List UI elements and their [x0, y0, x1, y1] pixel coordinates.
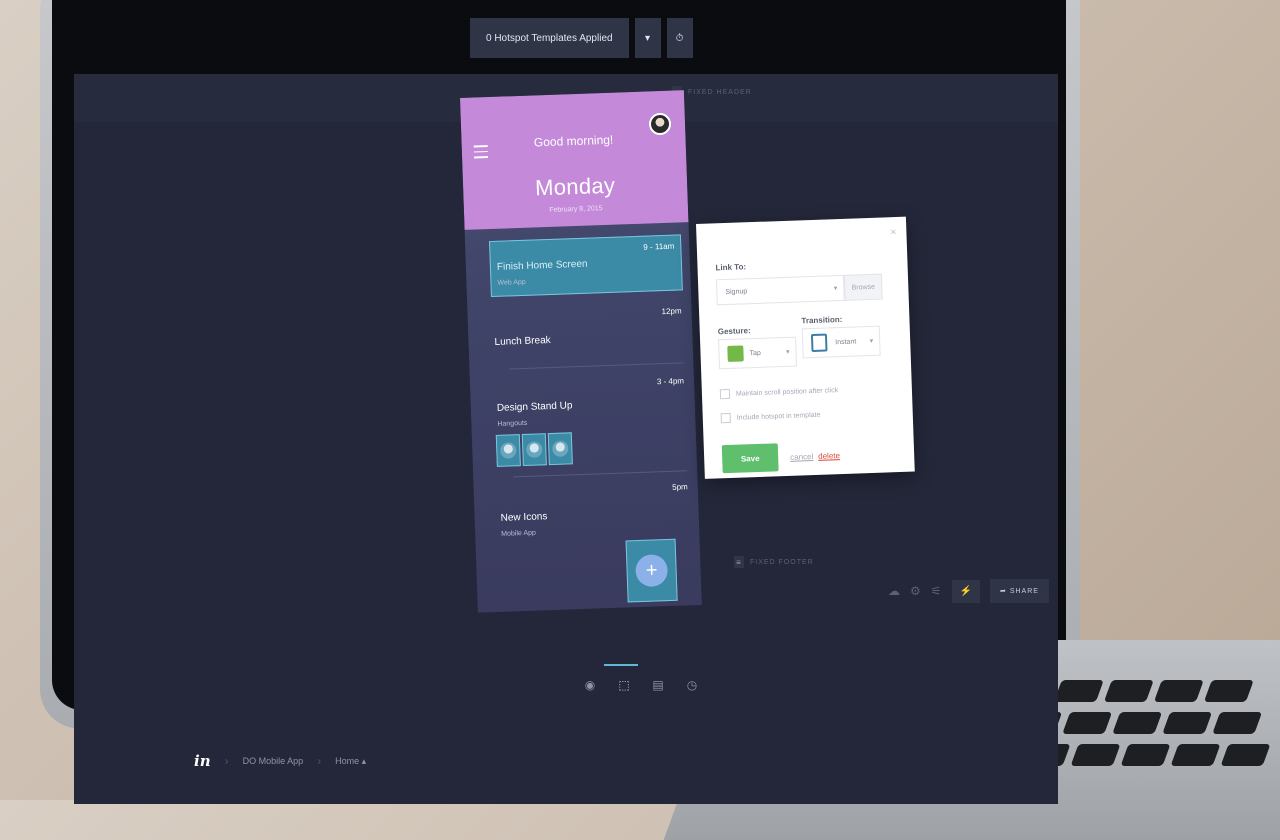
cloud-icon[interactable]: ☁: [888, 584, 900, 598]
chevron-up-icon: ▴: [361, 755, 367, 766]
event-divider: [509, 362, 684, 370]
greeting-text: Good morning!: [533, 132, 614, 150]
app-screen: ≡ FIXED HEADER Good morning! Monday Febr…: [74, 74, 1058, 804]
browse-button[interactable]: Browse: [843, 273, 883, 301]
close-icon[interactable]: ×: [890, 227, 896, 238]
history-icon[interactable]: ◷: [681, 674, 703, 696]
gesture-select[interactable]: Tap ▾: [718, 336, 798, 370]
invision-logo[interactable]: in: [194, 752, 211, 770]
chevron-down-icon: ▾: [785, 348, 790, 356]
breadcrumb-project[interactable]: DO Mobile App: [243, 756, 304, 766]
event-item-design-stand-up[interactable]: 3 - 4pm Design Stand Up Hangouts: [494, 376, 687, 483]
date-text: February 8, 2015: [549, 205, 603, 214]
cancel-link[interactable]: cancel: [790, 452, 813, 462]
hotspot-select-icon[interactable]: ⬚: [613, 674, 635, 696]
breadcrumb: in › DO Mobile App › Home ▴: [194, 752, 366, 770]
fixed-footer-label: ≡ FIXED FOOTER: [734, 556, 814, 568]
share-button[interactable]: ➦ SHARE: [989, 579, 1049, 603]
link-to-select[interactable]: Signup ▾: [715, 274, 845, 306]
phone-header: Good morning! Monday February 8, 2015: [460, 90, 689, 230]
fixed-footer-toggle-icon[interactable]: ≡: [734, 556, 744, 568]
add-icon[interactable]: +: [635, 554, 669, 588]
eye-icon[interactable]: ◉: [579, 674, 601, 696]
event-item-finish-home-screen[interactable]: 9 - 11am Finish Home Screen Web App: [489, 234, 683, 298]
timer-icon[interactable]: ⏱: [666, 18, 693, 58]
phone-mockup: Good morning! Monday February 8, 2015 9 …: [460, 90, 702, 613]
chevron-down-icon: ▾: [833, 285, 838, 293]
day-title: Monday: [534, 172, 616, 201]
breadcrumb-screen[interactable]: Home ▴: [335, 756, 366, 767]
right-toolbar: ☁ ⚙ ⚟ ⚡ ➦ SHARE: [888, 579, 1049, 603]
active-tool-indicator: [604, 664, 638, 666]
sliders-icon[interactable]: ⚟: [931, 584, 942, 598]
delete-link[interactable]: delete: [818, 451, 840, 461]
tap-gesture-icon: [727, 345, 744, 362]
mode-toolbar: ◉ ⬚ ▤ ◷: [579, 674, 703, 696]
link-to-label: Link To:: [715, 262, 747, 273]
transition-label: Transition:: [801, 314, 843, 326]
include-template-checkbox[interactable]: Include hotspot in template: [720, 410, 821, 424]
chevron-right-icon: ›: [224, 754, 229, 768]
hotspot-link-popup: × Link To: Signup ▾ Browse Gesture: Tran…: [696, 216, 915, 479]
gear-icon[interactable]: ⚙: [910, 584, 921, 598]
save-button[interactable]: Save: [721, 443, 779, 474]
instant-transition-icon: [810, 333, 828, 353]
share-icon: ➦: [999, 588, 1007, 595]
chevron-down-icon: ▾: [869, 337, 874, 346]
fab-hotspot[interactable]: +: [625, 538, 678, 603]
attendee-avatar[interactable]: [495, 434, 521, 467]
chevron-right-icon: ›: [317, 754, 322, 768]
maintain-scroll-checkbox[interactable]: Maintain scroll position after click: [719, 385, 839, 400]
attendee-avatar[interactable]: [521, 433, 547, 467]
attendee-avatar[interactable]: [547, 432, 573, 466]
comment-icon[interactable]: ▤: [647, 674, 669, 696]
chevron-down-icon[interactable]: ▾: [634, 18, 661, 58]
gesture-label: Gesture:: [717, 326, 751, 337]
attendee-avatars: [495, 432, 573, 467]
transition-select[interactable]: Instant ▾: [801, 325, 881, 359]
hotspot-templates-button[interactable]: 0 Hotspot Templates Applied: [470, 18, 629, 58]
top-toolbar: 0 Hotspot Templates Applied ▾ ⏱: [470, 18, 693, 64]
event-item-lunch-break[interactable]: 12pm Lunch Break: [492, 306, 684, 363]
bolt-icon[interactable]: ⚡: [951, 579, 980, 603]
